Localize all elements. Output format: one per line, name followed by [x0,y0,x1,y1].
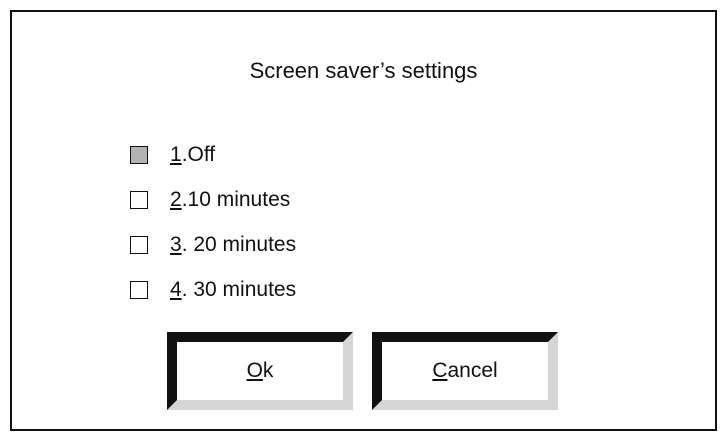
cancel-button-label: Cancel [432,359,497,383]
option-20-minutes[interactable]: 3. 20 minutes [130,230,296,260]
option-mnemonic: 1 [170,143,182,166]
checkbox-unchecked-icon[interactable] [130,281,148,299]
cancel-text: ancel [447,359,498,382]
checkbox-checked-icon[interactable] [130,146,148,164]
cancel-button[interactable]: Cancel [372,332,558,410]
option-label: 4. 30 minutes [170,278,296,302]
checkbox-unchecked-icon[interactable] [130,191,148,209]
ok-text: k [262,359,274,382]
dialog-title: Screen saver’s settings [249,58,478,83]
option-label: 2.10 minutes [170,188,290,212]
option-text: . 20 minutes [181,233,297,256]
ok-button-label: Ok [247,359,274,383]
ok-mnemonic: O [246,359,263,382]
option-off[interactable]: 1.Off [130,140,215,170]
option-30-minutes[interactable]: 4. 30 minutes [130,275,296,305]
ok-button[interactable]: Ok [167,332,353,410]
option-mnemonic: 2 [170,188,182,211]
option-label: 1.Off [170,143,215,167]
option-10-minutes[interactable]: 2.10 minutes [130,185,290,215]
option-mnemonic: 4 [170,278,182,301]
option-label: 3. 20 minutes [170,233,296,257]
screen-saver-dialog: Screen saver’s settings 1.Off 2.10 minut… [10,10,717,431]
checkbox-unchecked-icon[interactable] [130,236,148,254]
cancel-mnemonic: C [432,359,448,382]
option-text: .10 minutes [181,188,291,211]
option-text: . 30 minutes [181,278,297,301]
option-mnemonic: 3 [170,233,182,256]
option-text: .Off [181,143,216,166]
